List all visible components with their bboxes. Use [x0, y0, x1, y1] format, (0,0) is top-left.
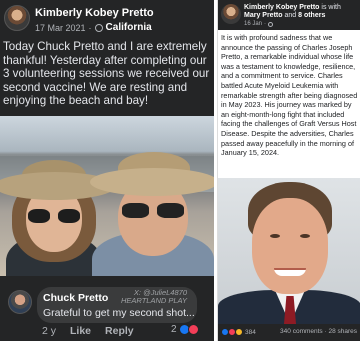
- right-eye: [300, 234, 310, 238]
- globe-icon: [94, 23, 103, 32]
- author-avatar[interactable]: [4, 5, 30, 31]
- post-body: Today Chuck Pretto and I are extremely t…: [3, 40, 210, 108]
- commenter-name[interactable]: Chuck Pretto: [43, 292, 108, 304]
- author-avatar[interactable]: [221, 4, 241, 24]
- comment-age[interactable]: 2 y: [42, 325, 56, 337]
- reply-button[interactable]: Reply: [105, 325, 134, 337]
- post-body: It is with profound sadness that we anno…: [221, 33, 358, 158]
- post-photo[interactable]: [0, 116, 214, 276]
- sunglasses-icon: [28, 209, 80, 223]
- post-date[interactable]: 17 Mar 2021: [35, 23, 86, 33]
- left-post: Kimberly Kobey Pretto 17 Mar 2021 · Cali…: [0, 0, 214, 341]
- author-name[interactable]: Kimberly Kobey Pretto: [35, 7, 154, 19]
- tagged-others[interactable]: 8 others: [298, 12, 325, 19]
- post-header: Kimberly Kobey Pretto is with Mary Prett…: [218, 0, 360, 30]
- sunglasses-icon: [122, 203, 184, 218]
- comment: Chuck Pretto Grateful to get my second s…: [0, 286, 214, 323]
- smile: [274, 268, 306, 276]
- comment-actions: 2 y Like Reply: [42, 325, 134, 337]
- globe-icon: [268, 21, 274, 27]
- tagged-line: Mary Pretto and 8 others: [244, 12, 325, 19]
- post-footer: 384 340 comments · 28 shares: [218, 324, 360, 341]
- face: [252, 198, 328, 294]
- tagged-person[interactable]: Mary Pretto: [244, 12, 283, 19]
- author-line: Kimberly Kobey Pretto is with: [244, 4, 341, 11]
- left-eye: [270, 234, 280, 238]
- and-label: and: [284, 12, 297, 19]
- comment-reactions[interactable]: 2: [171, 324, 199, 335]
- comment-share-stats[interactable]: 340 comments · 28 shares: [280, 328, 357, 335]
- care-reaction-icon: [235, 328, 243, 336]
- watermark-line-2: HEARTLAND PLAY: [121, 296, 187, 305]
- comment-bubble: Chuck Pretto Grateful to get my second s…: [37, 287, 197, 323]
- meta-separator: ·: [264, 21, 267, 27]
- comment-reaction-count: 2: [171, 324, 177, 335]
- love-reaction-icon: [187, 324, 199, 335]
- post-date[interactable]: 16 Jan: [244, 21, 262, 27]
- right-post: Kimberly Kobey Pretto is with Mary Prett…: [217, 0, 360, 341]
- post-header: Kimberly Kobey Pretto 17 Mar 2021 · Cali…: [0, 0, 214, 38]
- author-name[interactable]: Kimberly Kobey Pretto: [244, 4, 319, 11]
- man-hat-brim: [90, 168, 214, 196]
- portrait-photo[interactable]: [218, 178, 360, 324]
- post-meta: 16 Jan ·: [244, 21, 274, 27]
- commenter-avatar[interactable]: [8, 290, 32, 314]
- comment-text: Grateful to get my second shot...: [43, 307, 195, 319]
- post-meta: 17 Mar 2021 · California: [35, 22, 152, 33]
- watermark: X: @JulieL4870 HEARTLAND PLAY: [121, 289, 187, 305]
- like-button[interactable]: Like: [70, 325, 91, 337]
- reaction-count: 384: [245, 328, 256, 336]
- meta-separator: ·: [88, 22, 92, 33]
- post-location[interactable]: California: [106, 22, 152, 33]
- is-with-label: is with: [321, 4, 341, 11]
- post-reactions[interactable]: 384: [221, 328, 256, 336]
